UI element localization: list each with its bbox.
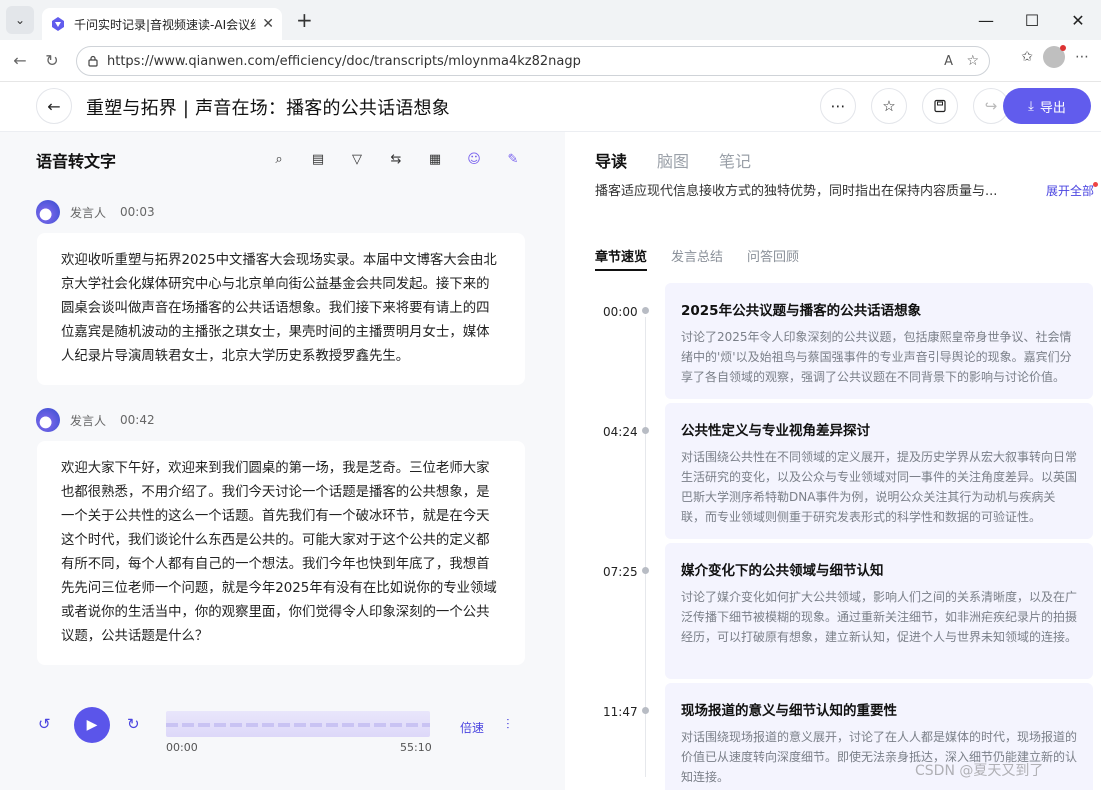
- tab-list-button[interactable]: ⌄: [6, 6, 34, 34]
- minimize-icon[interactable]: —: [963, 0, 1009, 40]
- current-time: 00:00: [166, 741, 198, 754]
- speaker-row: 发言人 00:03: [36, 200, 155, 224]
- settings-sliders-icon[interactable]: ⫶: [506, 717, 510, 733]
- more-menu-icon[interactable]: ⋯: [1075, 49, 1089, 65]
- refresh-icon[interactable]: ↻: [36, 45, 68, 77]
- save-button[interactable]: [922, 88, 958, 124]
- chapter-time[interactable]: 11:47: [603, 705, 638, 719]
- tab-guide[interactable]: 导读: [595, 148, 627, 172]
- transcript-segment[interactable]: 欢迎大家下午好，欢迎来到我们圆桌的第一场，我是芝奇。三位老师大家也都很熟悉，不用…: [37, 441, 525, 665]
- segment-time[interactable]: 00:03: [120, 205, 155, 219]
- qianwen-logo-icon: [52, 17, 64, 31]
- speaker-name: 发言人: [70, 413, 107, 428]
- export-button[interactable]: ⤓ 导出: [1003, 88, 1091, 124]
- guide-tabs: 导读 脑图 笔记: [595, 148, 751, 172]
- save-icon: [934, 99, 946, 113]
- speaker-icon[interactable]: ☺: [463, 150, 485, 168]
- tab-close-icon[interactable]: ✕: [262, 16, 274, 32]
- waveform: [166, 723, 430, 727]
- chapter-card[interactable]: 公共性定义与专业视角差异探讨 对话围绕公共性在不同领域的定义展开，提及历史学界从…: [665, 403, 1093, 539]
- chapter-title: 公共性定义与专业视角差异探讨: [681, 423, 870, 439]
- chapter-body: 讨论了2025年令人印象深刻的公共议题，包括康熙皇帝身世争议、社会情绪中的'烦'…: [681, 330, 1072, 384]
- speed-button[interactable]: 倍速: [460, 719, 484, 736]
- tab-title: 千问实时记录|音视频速读-AI会议纪: [74, 17, 257, 32]
- tab-qa-review[interactable]: 问答回顾: [747, 246, 799, 271]
- chapter-body: 讨论了媒介变化如何扩大公共领域，影响人们之间的关系清晰度，以及在广泛传播下细节被…: [681, 590, 1078, 644]
- header-actions: ⋯ ☆ ↪: [820, 88, 1009, 124]
- chapter-card[interactable]: 媒介变化下的公共领域与细节认知 讨论了媒介变化如何扩大公共领域，影响人们之间的关…: [665, 543, 1093, 679]
- chapter-card[interactable]: 2025年公共议题与播客的公共话语想象 讨论了2025年令人印象深刻的公共议题，…: [665, 283, 1093, 399]
- timeline-dot: [642, 567, 649, 574]
- document-icon[interactable]: ▤: [307, 150, 329, 168]
- favorites-icon[interactable]: ✩: [1021, 49, 1033, 65]
- back-button[interactable]: ←: [36, 88, 72, 124]
- chapter-title: 媒介变化下的公共领域与细节认知: [681, 563, 884, 579]
- expand-all-link[interactable]: 展开全部: [1046, 182, 1094, 199]
- page-title: 重塑与拓界 | 声音在场：播客的公共话语想象: [86, 98, 450, 119]
- browser-tab-bar: ⌄ 千问实时记录|音视频速读-AI会议纪 ✕ + — ☐ ✕: [0, 0, 1101, 40]
- waveform-scrubber[interactable]: [166, 711, 430, 737]
- close-window-icon[interactable]: ✕: [1055, 0, 1101, 40]
- audio-player: ↺ ▶ ↻ 00:00 55:10 倍速 ⫶: [0, 687, 565, 790]
- chapter-time[interactable]: 04:24: [603, 425, 638, 439]
- avatar: [36, 408, 60, 432]
- download-icon: ⤓: [1028, 98, 1034, 114]
- chapter-body: 对话围绕公共性在不同领域的定义展开，提及历史学界从宏大叙事转向日常生活研究的变化…: [681, 450, 1078, 524]
- favorite-star-icon[interactable]: ☆: [966, 53, 979, 69]
- back-nav-icon[interactable]: ←: [4, 45, 36, 77]
- app-header: ← 重塑与拓界 | 声音在场：播客的公共话语想象 ⋯ ☆ ↪ ⤓ 导出: [0, 82, 1101, 132]
- new-tab-icon[interactable]: +: [296, 8, 313, 32]
- url-text: https://www.qianwen.com/efficiency/doc/t…: [107, 53, 581, 69]
- total-time: 55:10: [400, 741, 432, 754]
- play-icon: ▶: [86, 717, 98, 733]
- timeline-dot: [642, 307, 649, 314]
- speaker-row: 发言人 00:42: [36, 408, 155, 432]
- lock-icon: [88, 55, 98, 67]
- read-aloud-icon[interactable]: A: [944, 54, 953, 69]
- edit-icon[interactable]: ✎: [502, 150, 524, 168]
- transcript-segment[interactable]: 欢迎收听重塑与拓界2025中文播客大会现场实录。本届中文博客大会由北京大学社会化…: [37, 233, 525, 385]
- chapter-title: 现场报道的意义与细节认知的重要性: [681, 703, 897, 719]
- guide-panel: 导读 脑图 笔记 播客适应现代信息接收方式的独特优势，同时指出在保持内容质量与.…: [565, 132, 1101, 790]
- play-button[interactable]: ▶: [74, 707, 110, 743]
- rewind-15-icon[interactable]: ↺: [38, 715, 51, 733]
- profile-avatar[interactable]: [1043, 45, 1066, 68]
- tab-chapters[interactable]: 章节速览: [595, 246, 648, 271]
- avatar: [36, 200, 60, 224]
- timeline-dot: [642, 427, 649, 434]
- chapter-time[interactable]: 07:25: [603, 565, 638, 579]
- timeline-dot: [642, 707, 649, 714]
- transcript-title: 语音转文字: [36, 152, 117, 171]
- tab-mindmap[interactable]: 脑图: [657, 148, 689, 172]
- filter-icon[interactable]: ▽: [346, 150, 368, 168]
- table-icon[interactable]: ▦: [424, 150, 446, 168]
- transcript-panel: 语音转文字 ⌕ ▤ ▽ ⇆ ▦ ☺ ✎ 发言人 00:03 欢迎收听重塑与拓界2…: [0, 132, 565, 790]
- export-label: 导出: [1039, 100, 1066, 116]
- tab-notes[interactable]: 笔记: [719, 148, 751, 172]
- speaker-name: 发言人: [70, 205, 107, 220]
- window-controls: — ☐ ✕: [963, 0, 1101, 40]
- chapter-title: 2025年公共议题与播客的公共话语想象: [681, 303, 922, 319]
- watermark: CSDN @夏天又到了: [915, 763, 1044, 779]
- sub-tabs: 章节速览 发言总结 问答回顾: [595, 246, 799, 271]
- browser-tab[interactable]: 千问实时记录|音视频速读-AI会议纪 ✕: [42, 8, 282, 40]
- browser-actions: ✩ ⋯: [1021, 45, 1089, 68]
- address-bar-row: ← ↻ https://www.qianwen.com/efficiency/d…: [0, 40, 1101, 82]
- segment-time[interactable]: 00:42: [120, 413, 155, 427]
- translate-icon[interactable]: ⇆: [385, 150, 407, 168]
- star-button[interactable]: ☆: [871, 88, 907, 124]
- search-icon[interactable]: ⌕: [268, 150, 290, 168]
- url-field[interactable]: https://www.qianwen.com/efficiency/doc/t…: [76, 46, 990, 76]
- tab-speaker-summary[interactable]: 发言总结: [671, 246, 723, 271]
- chapter-time[interactable]: 00:00: [603, 305, 638, 319]
- more-options-button[interactable]: ⋯: [820, 88, 856, 124]
- maximize-icon[interactable]: ☐: [1009, 0, 1055, 40]
- forward-15-icon[interactable]: ↻: [127, 715, 140, 733]
- notification-dot: [1093, 182, 1098, 187]
- summary-text: 播客适应现代信息接收方式的独特优势，同时指出在保持内容质量与...: [595, 184, 998, 199]
- transcript-toolbar: ⌕ ▤ ▽ ⇆ ▦ ☺ ✎: [268, 150, 524, 168]
